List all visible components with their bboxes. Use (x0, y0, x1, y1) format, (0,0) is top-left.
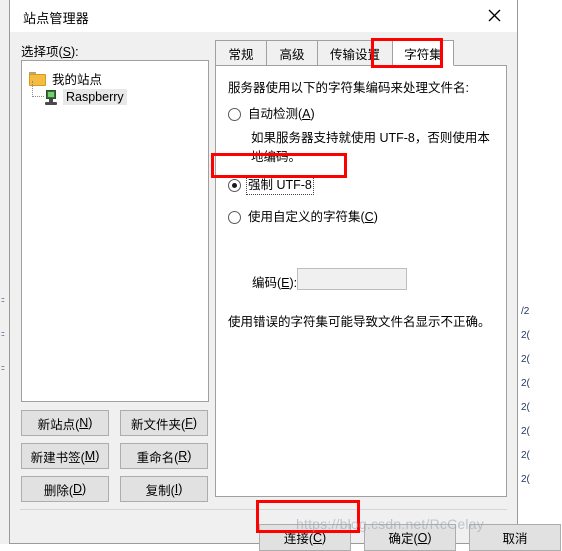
dialog-title: 站点管理器 (23, 11, 90, 26)
delete-button[interactable]: 删除(D) (21, 476, 109, 502)
footer-separator (20, 509, 507, 510)
select-entry-label: 选择项(S): (21, 45, 79, 59)
tree-item-raspberry[interactable]: Raspberry (32, 81, 127, 105)
server-icon (44, 89, 58, 105)
tab-advanced[interactable]: 高级 (266, 40, 318, 66)
tab-charset[interactable]: 字符集 (392, 40, 454, 66)
ok-button[interactable]: 确定(O) (364, 524, 456, 551)
background-right-strip: /2 2( 2( 2( 2( 2( 2( 2( (517, 0, 562, 544)
tree-item-label: 我的站点 (52, 73, 103, 87)
close-button[interactable] (471, 0, 517, 31)
radio-autodetect-indicator (228, 108, 241, 121)
dialog-body: 选择项(S): 我的站点 Raspberry 新站点(N) 新文件夹(F) 新建… (10, 32, 561, 551)
background-log-line: 2( (521, 426, 530, 437)
radio-force-utf8-indicator (228, 179, 241, 192)
background-log-line: 2( (521, 378, 530, 389)
radio-custom-charset[interactable]: 使用自定义的字符集(C) (228, 209, 378, 225)
new-bookmark-button[interactable]: 新建书签(M) (21, 443, 109, 469)
new-folder-button[interactable]: 新文件夹(F) (120, 410, 208, 436)
dialog-titlebar: 站点管理器 (10, 0, 517, 33)
radio-autodetect-label: 自动检测(A) (248, 107, 315, 121)
cancel-button[interactable]: 取消 (469, 524, 561, 551)
background-log-line: 2( (521, 330, 530, 341)
autodetect-hint-text: 如果服务器支持就使用 UTF-8，否则使用本地编码。 (251, 131, 490, 164)
background-log-line: 2( (521, 354, 530, 365)
background-log-line: 2( (521, 474, 530, 485)
connect-button[interactable]: 连接(C) (259, 524, 351, 551)
duplicate-button[interactable]: 复制(I) (120, 476, 208, 502)
radio-force-utf8[interactable]: 强制 UTF-8 (228, 175, 314, 195)
site-manager-dialog: 站点管理器 选择项(S): 我的站点 Raspberry 新站点(N) 新文… (9, 0, 561, 551)
radio-custom-charset-indicator (228, 211, 241, 224)
background-tick: ::: (1, 365, 5, 372)
tab-general[interactable]: 常规 (215, 40, 267, 66)
radio-custom-charset-label: 使用自定义的字符集(C) (248, 210, 378, 224)
radio-force-utf8-label: 强制 UTF-8 (246, 175, 314, 195)
background-tick: ::: (1, 297, 5, 304)
new-site-button[interactable]: 新站点(N) (21, 410, 109, 436)
tab-bar: 常规 高级 传输设置 字符集 (215, 40, 507, 66)
tree-elbow-line (32, 81, 44, 97)
close-icon (488, 9, 501, 22)
charset-intro-text: 服务器使用以下的字符集编码来处理文件名: (228, 81, 469, 95)
tab-transfer-settings[interactable]: 传输设置 (317, 40, 393, 66)
encoding-input[interactable] (297, 268, 407, 290)
rename-button[interactable]: 重命名(R) (120, 443, 208, 469)
background-log-lines: /2 2( 2( 2( 2( 2( 2( 2( (518, 300, 562, 492)
background-log-line: 2( (521, 402, 530, 413)
background-log-line: /2 (521, 306, 530, 317)
encoding-field-label: 编码(E): (252, 276, 298, 290)
site-tree[interactable]: 我的站点 Raspberry (21, 60, 209, 402)
tree-item-label: Raspberry (63, 89, 127, 105)
charset-tab-panel: 服务器使用以下的字符集编码来处理文件名: 自动检测(A) 如果服务器支持就使用 … (215, 65, 507, 497)
radio-autodetect[interactable]: 自动检测(A) (228, 106, 315, 122)
background-log-line: 2( (521, 450, 530, 461)
charset-warning-text: 使用错误的字符集可能导致文件名显示不正确。 (228, 315, 491, 329)
background-tick: ::: (1, 331, 5, 338)
